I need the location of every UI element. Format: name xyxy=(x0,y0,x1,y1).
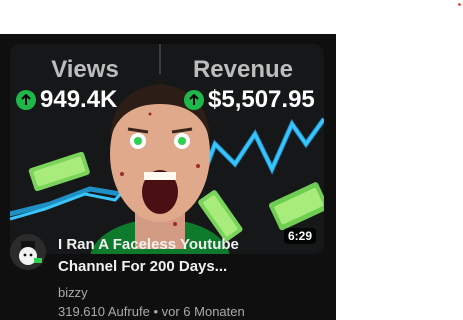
avatar-icon xyxy=(19,241,42,265)
arrow-up-icon xyxy=(16,90,36,110)
meta-separator: • xyxy=(153,304,158,319)
upload-age: vor 6 Monaten xyxy=(161,304,245,319)
view-count: 319.610 Aufrufe xyxy=(58,304,150,319)
views-value: 949.4K xyxy=(40,86,118,113)
video-metadata: 319.610 Aufrufe • vor 6 Monaten xyxy=(58,304,245,319)
views-header: Views xyxy=(51,56,119,83)
revenue-value: $5,507.95 xyxy=(208,86,315,113)
notification-dot xyxy=(458,3,461,6)
channel-avatar[interactable] xyxy=(10,234,46,270)
channel-name[interactable]: bizzy xyxy=(58,285,88,300)
revenue-header: Revenue xyxy=(192,56,294,83)
video-title[interactable]: I Ran A Faceless Youtube Channel For 200… xyxy=(58,234,328,278)
video-title-line-2[interactable]: Channel For 200 Days... xyxy=(58,256,328,278)
revenue-stat: $5,507.95 xyxy=(184,86,315,114)
video-card[interactable]: Views Revenue 949.4K $5,507.95 6:29 I Ra… xyxy=(0,34,336,320)
video-thumbnail[interactable]: Views Revenue 949.4K $5,507.95 6:29 xyxy=(10,44,324,254)
video-title-line-1[interactable]: I Ran A Faceless Youtube xyxy=(58,234,328,256)
arrow-up-icon xyxy=(184,90,204,110)
views-stat: 949.4K xyxy=(16,86,117,114)
